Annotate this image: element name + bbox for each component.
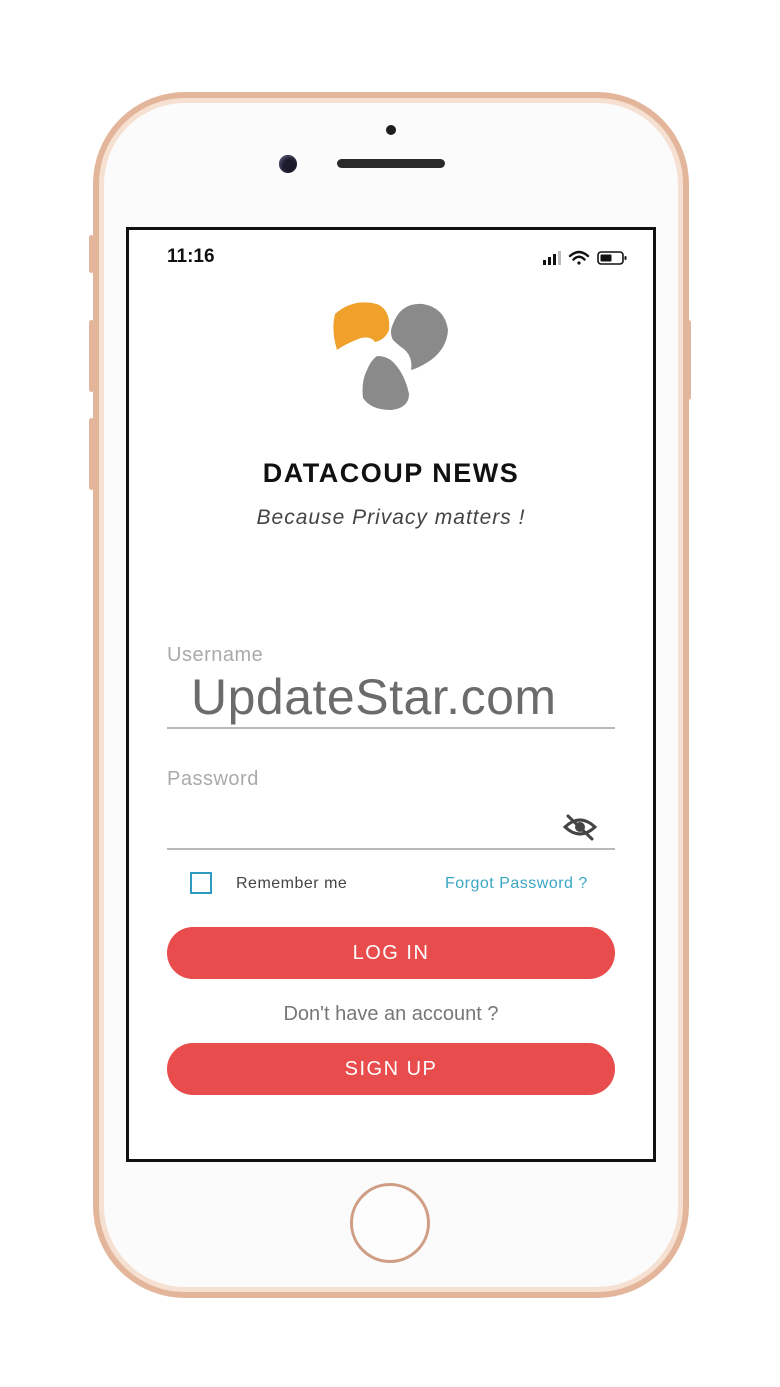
battery-icon [597,251,627,265]
forgot-password-link[interactable]: Forgot Password ? [445,875,588,893]
wifi-icon [568,250,590,265]
watermark-text: UpdateStar.com [191,669,557,725]
password-underline [167,848,615,850]
home-button[interactable] [350,1183,430,1263]
password-label: Password [167,768,259,790]
no-account-text: Don't have an account ? [283,1003,499,1025]
login-button[interactable]: LOG IN [167,927,615,979]
signal-icon [543,251,561,265]
front-camera [279,155,297,173]
proximity-sensor [386,125,396,135]
earpiece-speaker [337,159,445,168]
logo-blade-orange [333,302,390,350]
logo-blade-gray-right [391,303,448,370]
datacoup-logo [333,302,448,410]
signup-button[interactable]: SIGN UP [167,1043,615,1095]
username-label: Username [167,644,264,666]
status-icons [543,250,627,265]
status-time: 11:16 [167,246,215,267]
logo-blade-gray-bottom [362,356,409,410]
eye-off-icon[interactable] [562,812,598,842]
username-underline [167,727,615,729]
remember-me-checkbox[interactable] [190,872,212,894]
app-tagline: Because Privacy matters ! [256,506,526,529]
remember-me-label[interactable]: Remember me [236,875,347,893]
app-title: DATACOUP NEWS [262,458,520,488]
password-input[interactable] [167,805,571,847]
